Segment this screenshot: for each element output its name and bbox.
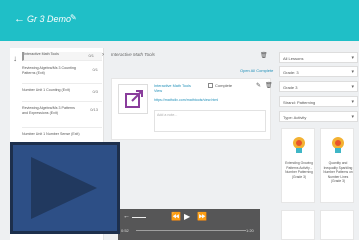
sidebar-item-count: 0/3 — [92, 89, 98, 94]
sidebar-item-count: 0/1 — [88, 53, 94, 58]
sidebar-item-count: 0/1 — [92, 67, 98, 72]
external-link-icon[interactable] — [118, 84, 148, 114]
video-player-controls: ← ⏪ ▶ ⏩ 0:52 1:20 — [118, 209, 260, 240]
trash-icon[interactable]: 🗑 — [265, 82, 273, 89]
filter-lessons-dropdown[interactable]: All Lessons ▾ — [279, 52, 358, 63]
rewind-icon[interactable]: ⏪ — [171, 212, 181, 221]
volume-slider[interactable] — [132, 217, 146, 218]
resource-tile[interactable] — [281, 210, 315, 240]
complete-label: Complete — [215, 83, 233, 88]
lesson-title: Interactive Math Tools — [111, 52, 155, 57]
chevron-down-icon: ▾ — [351, 55, 354, 61]
filter-subgrade-dropdown[interactable]: Grade 3 ▾ — [279, 81, 358, 92]
dropdown-value: Type: Activity — [283, 115, 307, 120]
dropdown-value: Strand: Patterning — [283, 100, 316, 105]
lightbulb-icon — [293, 137, 305, 153]
play-icon[interactable] — [13, 145, 117, 231]
volume-icon[interactable]: ← — [123, 213, 130, 220]
resource-tile[interactable]: Quantity and Inequality Sparkling Number… — [320, 128, 354, 203]
sidebar-item-label: Interactive Math Tools — [24, 52, 59, 56]
sidebar-item-counting[interactable]: Number Unit 1 Counting (Exit) 0/3 — [22, 88, 102, 102]
card-url[interactable]: https://mathclix.com/mathtools/view.html — [154, 98, 218, 102]
resource-tile[interactable] — [320, 210, 354, 240]
sidebar-item-label: Number Unit 1 Number Sense (Exit) — [22, 132, 80, 136]
forward-icon[interactable]: ⏩ — [197, 212, 207, 221]
chevron-down-icon: ▾ — [351, 84, 354, 90]
sidebar-item-counting-patterns[interactable]: Reviewing Algebra/Ms 3 Counting Patterns… — [22, 66, 102, 84]
pin-icon[interactable]: ✎ — [256, 82, 261, 89]
chevron-down-icon: ▾ — [351, 99, 354, 105]
chevron-down-icon: ▾ — [351, 69, 354, 75]
resource-title: Extending Growing Patterns Activity - Nu… — [285, 161, 313, 179]
dropdown-value: Grade 3 — [283, 85, 298, 90]
chevron-right-icon: › — [102, 52, 104, 58]
resource-card[interactable]: Interactive Math Tools View https://math… — [111, 78, 273, 140]
lightbulb-icon — [332, 137, 344, 153]
sidebar-item-patterns-expressions[interactable]: Reviewing Algebra/Ms 3 Patterns and Expr… — [22, 106, 102, 128]
card-subtitle: View — [154, 89, 163, 93]
sort-arrow-icon[interactable]: ↓ — [13, 54, 17, 63]
filter-panel: All Lessons ▾ Grade: 3 ▾ Grade 3 ▾ Strand: … — [277, 48, 359, 240]
dropdown-value: All Lessons — [283, 56, 304, 61]
play-icon[interactable]: ▶ — [184, 212, 190, 221]
dropdown-value: Grade: 3 — [283, 70, 299, 75]
resource-tile[interactable]: Extending Growing Patterns Activity - Nu… — [281, 128, 315, 203]
seek-bar[interactable] — [136, 230, 246, 231]
sidebar-item-count: 0/13 — [90, 107, 98, 112]
sidebar-item-label: Reviewing Algebra/Ms 3 Counting Patterns… — [22, 66, 76, 75]
chevron-down-icon: ▾ — [351, 114, 354, 120]
elapsed-time: 0:52 — [121, 228, 129, 233]
pencil-icon[interactable]: ✎ — [70, 13, 77, 22]
note-input[interactable]: Add a note... — [154, 110, 266, 132]
back-arrow-icon[interactable]: ← — [14, 13, 25, 25]
resource-title: Quantity and Inequality Sparkling Number… — [323, 161, 353, 183]
app-header: ← Gr 3 Demo ✎ — [0, 0, 359, 41]
open-all-link[interactable]: Open All Complete — [240, 68, 273, 73]
filter-strand-dropdown[interactable]: Strand: Patterning ▾ — [279, 96, 358, 107]
duration-time: 1:20 — [246, 228, 254, 233]
sidebar-item-interactive-math-tools[interactable]: Interactive Math Tools 0/1 › — [22, 52, 104, 61]
filter-type-dropdown[interactable]: Type: Activity ▾ — [279, 111, 358, 122]
card-title[interactable]: Interactive Math Tools View — [154, 84, 204, 94]
checkbox-box[interactable] — [208, 83, 213, 89]
page-title: Gr 3 Demo — [27, 14, 72, 24]
sidebar-item-label: Number Unit 1 Counting (Exit) — [22, 88, 70, 92]
trash-icon[interactable]: 🗑 — [260, 52, 268, 59]
filter-grade-dropdown[interactable]: Grade: 3 ▾ — [279, 66, 358, 77]
sidebar-item-label: Reviewing Algebra/Ms 3 Patterns and Expr… — [22, 106, 75, 115]
card-title-text: Interactive Math Tools — [154, 84, 191, 88]
video-play-overlay[interactable] — [10, 142, 120, 234]
complete-checkbox[interactable]: Complete — [208, 83, 233, 89]
